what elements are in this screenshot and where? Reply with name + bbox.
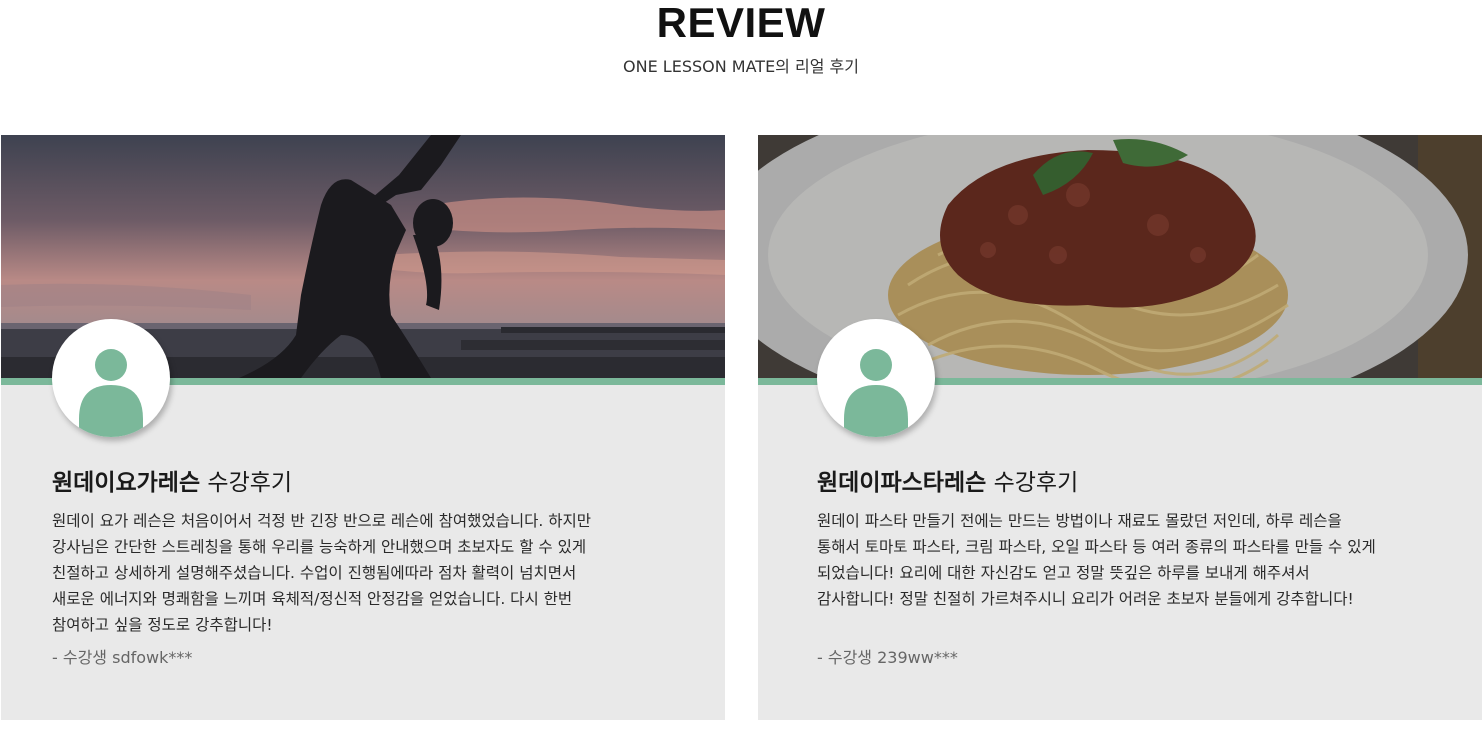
review-title-bold: 원데이파스타레슨 — [817, 470, 987, 496]
review-title-suffix: 수강후기 — [986, 470, 1079, 496]
review-body: 원데이 요가 레슨은 처음이어서 걱정 반 긴장 반으로 레슨에 참여했었습니다… — [52, 508, 652, 638]
review-title: 원데이파스타레슨 수강후기 — [817, 468, 1078, 498]
review-body-line: 감사합니다! 정말 친절히 가르쳐주시니 요리가 어려운 초보자 분들에게 강추… — [817, 590, 1354, 608]
review-title-bold: 원데이요가레슨 — [52, 470, 201, 496]
section-subtitle: ONE LESSON MATE의 리얼 후기 — [623, 57, 859, 76]
review-card-pasta: 원데이파스타레슨 수강후기 원데이 파스타 만들기 전에는 만드는 방법이나 재… — [758, 135, 1482, 720]
review-title: 원데이요가레슨 수강후기 — [52, 468, 292, 498]
review-body-line: 강사님은 간단한 스트레칭을 통해 우리를 능숙하게 안내했으며 초보자도 할 … — [52, 538, 587, 556]
review-body-line: 되었습니다! 요리에 대한 자신감도 얻고 정말 뜻깊은 하루를 보내게 해주셔… — [817, 564, 1310, 582]
review-body-line: 원데이 요가 레슨은 처음이어서 걱정 반 긴장 반으로 레슨에 참여했었습니다… — [52, 512, 592, 530]
review-author: - 수강생 sdfowk*** — [52, 648, 193, 667]
review-card-yoga: 원데이요가레슨 수강후기 원데이 요가 레슨은 처음이어서 걱정 반 긴장 반으… — [1, 135, 725, 720]
review-author: - 수강생 239ww*** — [817, 648, 958, 667]
review-body-line: 통해서 토마토 파스타, 크림 파스타, 오일 파스타 등 여러 종류의 파스타… — [817, 538, 1376, 556]
review-title-suffix: 수강후기 — [200, 470, 293, 496]
review-section-header: REVIEW ONE LESSON MATE의 리얼 후기 — [0, 0, 1482, 78]
section-title: REVIEW — [656, 0, 826, 46]
review-body-line: 원데이 파스타 만들기 전에는 만드는 방법이나 재료도 몰랐던 저인데, 하루… — [817, 512, 1342, 530]
user-avatar-icon — [817, 319, 935, 437]
review-body-line: 새로운 에너지와 명쾌함을 느끼며 육체적/정신적 안정감을 얻었습니다. 다시… — [52, 590, 573, 608]
review-body-line: 친절하고 상세하게 설명해주셨습니다. 수업이 진행됨에따라 점차 활력이 넘치… — [52, 564, 577, 582]
review-body: 원데이 파스타 만들기 전에는 만드는 방법이나 재료도 몰랐던 저인데, 하루… — [817, 508, 1437, 612]
user-avatar-icon — [52, 319, 170, 437]
review-body-line: 참여하고 싶을 정도로 강추합니다! — [52, 616, 273, 634]
